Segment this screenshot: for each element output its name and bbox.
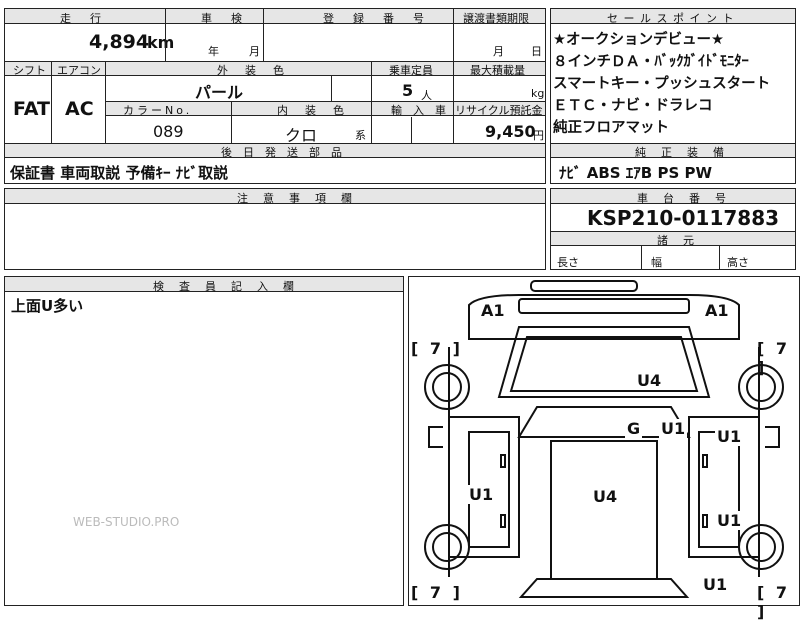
sales-points-header: セ ー ル ス ポ イ ン ト xyxy=(607,12,735,25)
damage-mark-g: G xyxy=(625,419,643,438)
inspection-header: 車 検 xyxy=(201,12,246,25)
color-no-value: 089 xyxy=(153,122,184,141)
car-diagram-box: A1 A1 U4 G U1 U1 U1 U4 U1 U1 [ 7 ] [ 7 ]… xyxy=(408,276,800,621)
vehicle-info-table: 走 行 車 検 登 録 番 号 譲渡書類期限 4,894 km 年 月 月 日 … xyxy=(4,8,546,184)
tire-depth-bottom-right: [ 7 ] xyxy=(757,583,791,621)
damage-mark-u1-right-lower: U1 xyxy=(715,511,744,530)
sales-point-line: 純正フロアマット xyxy=(553,120,669,136)
dimensions-header: 諸 元 xyxy=(657,234,696,247)
damage-mark-a1-right: A1 xyxy=(703,301,731,320)
shift-header: シフト xyxy=(13,64,46,77)
registration-header: 登 録 番 号 xyxy=(323,12,428,25)
tire-depth-bottom-left: [ 7 ] xyxy=(411,583,463,602)
chassis-header: 車 台 番 号 xyxy=(637,192,728,205)
mileage-value: 4,894 xyxy=(89,31,150,53)
notes-box: 注 意 事 項 欄 xyxy=(4,188,546,270)
length-label: 長さ xyxy=(557,256,579,269)
damage-mark-u1-right-upper: U1 xyxy=(715,427,744,446)
watermark: WEB-STUDIO.PRO xyxy=(73,515,180,529)
aircon-value: AC xyxy=(65,98,94,120)
damage-mark-u1-mid: U1 xyxy=(659,419,688,438)
sales-point-line: スマートキー・プッシュスタート xyxy=(553,76,771,92)
transfer-month-unit: 月 xyxy=(493,45,504,58)
shift-value: FAT xyxy=(13,98,50,120)
genuine-equipment-header: 純 正 装 備 xyxy=(635,146,726,159)
max-load-header: 最大積載量 xyxy=(470,64,525,77)
import-header: 輸 入 車 xyxy=(391,104,446,117)
sales-points-box: セ ー ル ス ポ イ ン ト ★オークションデビュー★ ８インチＤＡ・ﾊﾞｯｸ… xyxy=(550,8,796,184)
recycle-value: 9,450 xyxy=(485,122,536,141)
exterior-color-value: パール xyxy=(195,83,244,102)
transfer-day-unit: 日 xyxy=(531,45,542,58)
tire-depth-top-left: [ 7 ] xyxy=(411,339,463,358)
post-delivery-header: 後 日 発 送 部 品 xyxy=(221,146,342,159)
genuine-equipment-value: ﾅﾋﾞ ABS ｴｱB PS PW xyxy=(559,164,713,182)
transfer-deadline-header: 譲渡書類期限 xyxy=(463,12,529,25)
height-label: 高さ xyxy=(727,256,749,269)
sales-points-list: ★オークションデビュー★ ８インチＤＡ・ﾊﾞｯｸｶﾞｲﾄﾞﾓﾆﾀｰ スマートキー… xyxy=(553,29,770,139)
damage-mark-u4-top: U4 xyxy=(635,371,664,390)
inspector-box: 検 査 員 記 入 欄 上面U多い WEB-STUDIO.PRO xyxy=(4,276,404,606)
sales-point-line: ８インチＤＡ・ﾊﾞｯｸｶﾞｲﾄﾞﾓﾆﾀｰ xyxy=(553,54,749,70)
damage-mark-u1-bottom: U1 xyxy=(701,575,730,594)
aircon-header: エアコン xyxy=(57,64,101,77)
damage-mark-u1-left: U1 xyxy=(467,485,496,504)
inspector-header: 検 査 員 記 入 欄 xyxy=(153,280,296,293)
notes-header: 注 意 事 項 欄 xyxy=(237,192,354,205)
recycle-header: リサイクル預託金 xyxy=(455,104,543,117)
mileage-header: 走 行 xyxy=(60,12,105,25)
recycle-unit: 円 xyxy=(533,129,544,142)
tire-depth-top-right: [ 7 ] xyxy=(757,339,791,377)
width-label: 幅 xyxy=(651,256,662,269)
mileage-unit: km xyxy=(147,33,175,52)
sales-point-line: ＥＴＣ・ナビ・ドラレコ xyxy=(553,98,713,114)
interior-color-header: 内 装 色 xyxy=(277,104,347,117)
capacity-header: 乗車定員 xyxy=(389,64,433,77)
damage-mark-u4-center: U4 xyxy=(591,487,620,506)
damage-mark-a1-left: A1 xyxy=(479,301,507,320)
interior-suffix: 系 xyxy=(355,129,366,142)
color-no-header: カラーNo. xyxy=(123,104,193,117)
exterior-color-header: 外 装 色 xyxy=(217,64,287,77)
inspector-comment: 上面U多い xyxy=(11,297,84,315)
chassis-box: 車 台 番 号 KSP210-0117883 諸 元 長さ 幅 高さ xyxy=(550,188,796,270)
sales-point-line: ★オークションデビュー★ xyxy=(553,32,724,48)
inspection-month-unit: 月 xyxy=(249,45,260,58)
chassis-number: KSP210-0117883 xyxy=(587,206,780,230)
inspection-year-unit: 年 xyxy=(208,45,219,58)
max-load-unit: kg xyxy=(531,87,545,100)
post-delivery-value: 保証書 車両取説 予備ｷｰ ﾅﾋﾞ取説 xyxy=(10,164,229,182)
capacity-value: 5 xyxy=(402,81,414,100)
